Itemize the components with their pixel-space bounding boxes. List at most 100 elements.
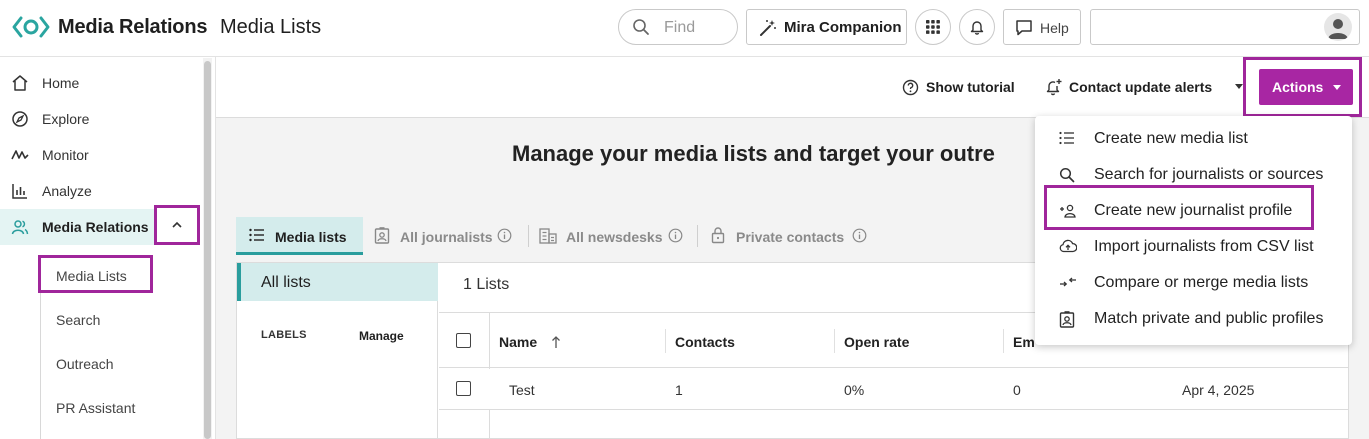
select-all-checkbox[interactable] [456,333,471,348]
help-button[interactable]: Help [1003,9,1081,45]
actions-dropdown-menu: Create new media list Search for journal… [1035,116,1352,345]
mira-companion-label: Mira Companion [784,19,902,36]
row-checkbox[interactable] [456,381,471,396]
sidebar-item-home[interactable]: Home [0,65,200,101]
tab-bar: Media lists All journalists All newsdesk… [236,217,1136,255]
column-divider [489,410,490,439]
row-em: 0 [1013,382,1021,398]
actions-label: Actions [1272,79,1324,95]
notifications-button[interactable] [959,9,995,45]
all-lists-label: All lists [261,274,311,291]
help-label: Help [1040,20,1069,36]
tab-media-lists[interactable]: Media lists [236,217,363,255]
sidebar-subitem-pr-assistant[interactable]: PR Assistant [56,400,135,416]
info-icon[interactable] [668,228,683,243]
labels-heading: LABELS [261,329,307,341]
lists-filter-pane: All lists LABELS Manage [237,263,438,439]
profile-card-icon [1059,311,1075,328]
sidebar-subitem-search[interactable]: Search [56,312,100,328]
menu-item-create-media-list[interactable]: Create new media list [1035,121,1352,157]
tab-label: Private contacts [736,229,845,245]
sidebar-item-label: Monitor [42,147,89,163]
sidebar-item-label: Explore [42,111,90,127]
sidebar-subitem-outreach[interactable]: Outreach [56,356,114,372]
column-divider [665,329,666,353]
brand-name[interactable]: Media Relations [58,16,207,39]
manage-labels-link[interactable]: Manage [359,329,404,343]
logo-icon[interactable] [12,15,50,39]
mira-companion-button[interactable]: Mira Companion [746,9,907,45]
column-header-em[interactable]: Em [1013,334,1035,350]
show-tutorial-label: Show tutorial [926,79,1015,95]
tab-label: All journalists [400,229,493,245]
compass-icon [12,111,28,127]
sidebar-scrollbar[interactable] [203,58,212,439]
bar-chart-icon [12,184,27,199]
menu-item-label: Search for journalists or sources [1094,166,1324,183]
merge-arrows-icon [1060,277,1076,287]
column-header-open-rate[interactable]: Open rate [844,334,909,350]
scrollbar-thumb[interactable] [204,61,211,439]
page-headline: Manage your media lists and target your … [512,141,995,166]
top-bar: Media Relations Media Lists Find Mira Co… [0,0,1369,57]
menu-item-import-csv[interactable]: Import journalists from CSV list [1035,229,1352,265]
bell-plus-icon [1046,79,1062,96]
user-icon [1328,19,1348,39]
search-icon [633,19,649,35]
tab-all-newsdesks[interactable]: All newsdesks [536,217,686,255]
contact-update-alerts-label: Contact update alerts [1069,79,1213,95]
question-circle-icon [902,79,919,96]
info-icon[interactable] [497,228,512,243]
list-count: 1 Lists [463,276,510,293]
row-name[interactable]: Test [509,382,535,398]
sidebar-item-analyze[interactable]: Analyze [0,173,200,209]
sidebar-item-media-relations[interactable]: Media Relations [0,209,154,245]
row-contacts: 1 [675,382,683,398]
table-row[interactable]: Test 1 0% 0 Apr 4, 2025 [439,368,1349,410]
sidebar-item-label: Media Relations [42,219,149,235]
caret-down-icon [1235,84,1243,89]
collapse-media-relations-button[interactable] [154,205,200,245]
menu-item-compare-merge[interactable]: Compare or merge media lists [1035,265,1352,301]
tab-divider [528,225,529,247]
search-icon [1059,167,1075,183]
page-title: Media Lists [220,16,322,38]
sidebar-item-explore[interactable]: Explore [0,101,200,137]
all-lists-item[interactable]: All lists [237,263,438,301]
bell-icon [970,21,984,35]
menu-item-label: Create new media list [1094,130,1248,147]
column-divider [834,329,835,353]
menu-item-label: Compare or merge media lists [1094,274,1309,291]
grid-icon [926,20,940,34]
tab-label: Media lists [275,229,347,245]
info-icon[interactable] [852,228,867,243]
building-icon [539,228,557,244]
apps-grid-button[interactable] [915,9,951,45]
sidebar-item-monitor[interactable]: Monitor [0,137,200,173]
monitor-wave-icon [11,150,29,160]
tab-all-journalists[interactable]: All journalists [370,217,520,255]
user-menu[interactable] [1090,9,1360,45]
column-header-name[interactable]: Name [499,334,560,350]
sidebar-item-label: Home [42,75,80,91]
id-badge-icon [374,227,390,244]
caret-down-icon [1333,85,1341,90]
row-open-rate: 0% [844,382,865,398]
column-divider [489,313,490,369]
find-placeholder: Find [664,19,696,36]
lock-icon [711,227,725,244]
actions-button[interactable]: Actions [1259,69,1353,105]
avatar[interactable] [1324,13,1352,41]
menu-item-match-profiles[interactable]: Match private and public profiles [1035,301,1352,337]
home-icon [12,75,28,91]
column-header-contacts[interactable]: Contacts [675,334,735,350]
media-lists-highlight [38,255,153,293]
sort-arrow-up-icon[interactable] [551,335,561,349]
magic-wand-icon [760,20,776,36]
toolbar: Show tutorial Contact update alerts Acti… [216,57,1369,118]
cloud-upload-icon [1059,239,1077,253]
sidebar-item-label: Analyze [42,183,92,199]
find-input[interactable]: Find [618,9,738,45]
tab-private-contacts[interactable]: Private contacts [708,217,878,255]
menu-item-label: Match private and public profiles [1094,310,1324,327]
